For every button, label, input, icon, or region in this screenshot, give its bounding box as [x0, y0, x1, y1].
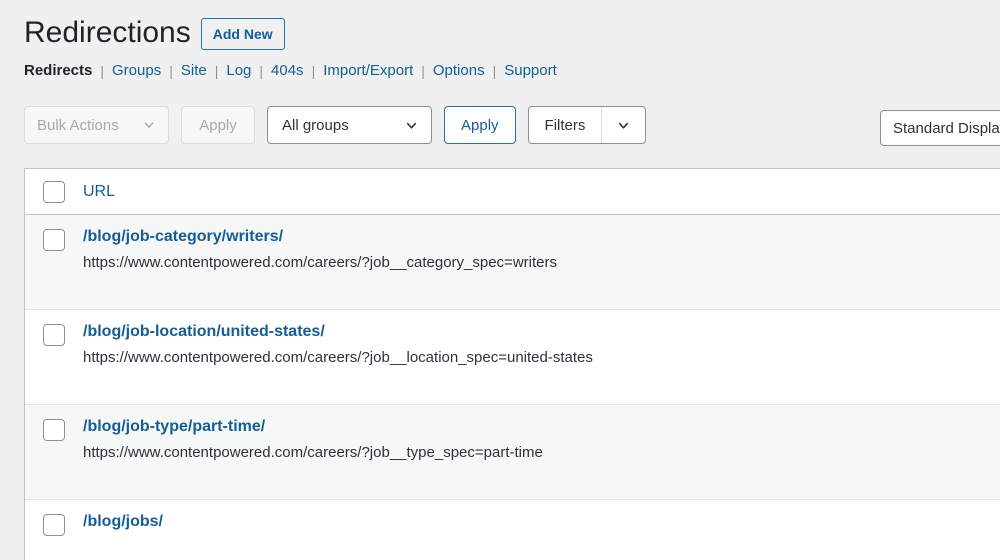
subnav-item-import-export[interactable]: Import/Export [323, 62, 413, 79]
filters-button[interactable]: Filters [527, 106, 647, 144]
column-header-url: URL [83, 183, 1000, 201]
group-filter-value: All groups [282, 116, 349, 134]
row-url-cell: /blog/job-location/united-states/ https:… [83, 322, 1000, 368]
row-source-url-link[interactable]: /blog/jobs/ [83, 512, 1000, 532]
display-select-container: Standard Display [880, 110, 1000, 146]
row-select-cell [25, 417, 83, 441]
apply-bulk-actions-label: Apply [199, 116, 237, 134]
apply-bulk-actions-button[interactable]: Apply [181, 106, 255, 144]
row-select-checkbox[interactable] [43, 419, 65, 441]
subnav-separator: | [214, 62, 219, 79]
chevron-down-icon [142, 118, 156, 132]
row-target-url: https://www.contentpowered.com/careers/?… [83, 444, 543, 461]
apply-filter-button[interactable]: Apply [444, 106, 516, 144]
chevron-down-icon[interactable] [602, 107, 645, 143]
select-all-cell [25, 180, 83, 203]
subnav-separator: | [100, 62, 105, 79]
table-toolbar: Bulk Actions Apply All groups Apply Filt… [0, 106, 1000, 144]
table-header-row: URL [25, 169, 1000, 215]
apply-filter-label: Apply [461, 116, 499, 134]
row-source-url-link[interactable]: /blog/job-type/part-time/ [83, 417, 1000, 437]
group-filter-select[interactable]: All groups [267, 106, 432, 144]
subnav-item-log[interactable]: Log [226, 62, 251, 79]
row-select-checkbox[interactable] [43, 514, 65, 536]
row-source-url-link[interactable]: /blog/job-category/writers/ [83, 227, 1000, 247]
display-mode-select[interactable]: Standard Display [880, 110, 1000, 146]
display-mode-value: Standard Display [893, 119, 1000, 137]
subnav-separator: | [421, 62, 425, 79]
column-header-url-link[interactable]: URL [83, 183, 115, 200]
table-row: /blog/job-location/united-states/ https:… [25, 310, 1000, 405]
page-header: Redirections Add New [0, 0, 1000, 51]
bulk-actions-select[interactable]: Bulk Actions [24, 106, 169, 144]
subnav-item-site[interactable]: Site [181, 62, 207, 79]
add-new-button[interactable]: Add New [200, 17, 285, 51]
row-select-checkbox[interactable] [43, 229, 65, 251]
row-url-cell: /blog/job-category/writers/ https://www.… [83, 227, 1000, 273]
subnav-separator: | [169, 62, 173, 79]
subnav-item-redirects[interactable]: Redirects [24, 62, 92, 79]
table-row: /blog/job-category/writers/ https://www.… [25, 215, 1000, 310]
subnav-separator: | [311, 62, 316, 79]
row-target-url: https://www.contentpowered.com/careers/?… [83, 349, 593, 366]
subnav-item-404s[interactable]: 404s [271, 62, 304, 79]
table-row: /blog/job-type/part-time/ https://www.co… [25, 405, 1000, 500]
row-select-cell [25, 512, 83, 536]
row-url-cell: /blog/job-type/part-time/ https://www.co… [83, 417, 1000, 463]
page-title: Redirections [24, 15, 191, 49]
subnav-item-support[interactable]: Support [504, 62, 557, 79]
redirections-admin-page: Redirections Add New Redirects | Groups … [0, 0, 1000, 560]
bulk-actions-label: Bulk Actions [37, 116, 119, 134]
row-select-checkbox[interactable] [43, 324, 65, 346]
table-row: /blog/jobs/ [25, 500, 1000, 560]
subnav-separator: | [259, 62, 264, 79]
subnav-item-groups[interactable]: Groups [112, 62, 161, 79]
redirects-table: URL /blog/job-category/writers/ https://… [24, 168, 1000, 560]
filters-label: Filters [544, 116, 586, 134]
row-select-cell [25, 227, 83, 251]
row-select-cell [25, 322, 83, 346]
select-all-checkbox[interactable] [43, 180, 65, 203]
row-target-url: https://www.contentpowered.com/careers/?… [83, 254, 557, 271]
subnav-item-options[interactable]: Options [433, 62, 485, 79]
row-url-cell: /blog/jobs/ [83, 512, 1000, 537]
row-source-url-link[interactable]: /blog/job-location/united-states/ [83, 322, 1000, 342]
subnav-separator: | [492, 62, 497, 79]
chevron-down-icon [404, 118, 419, 133]
